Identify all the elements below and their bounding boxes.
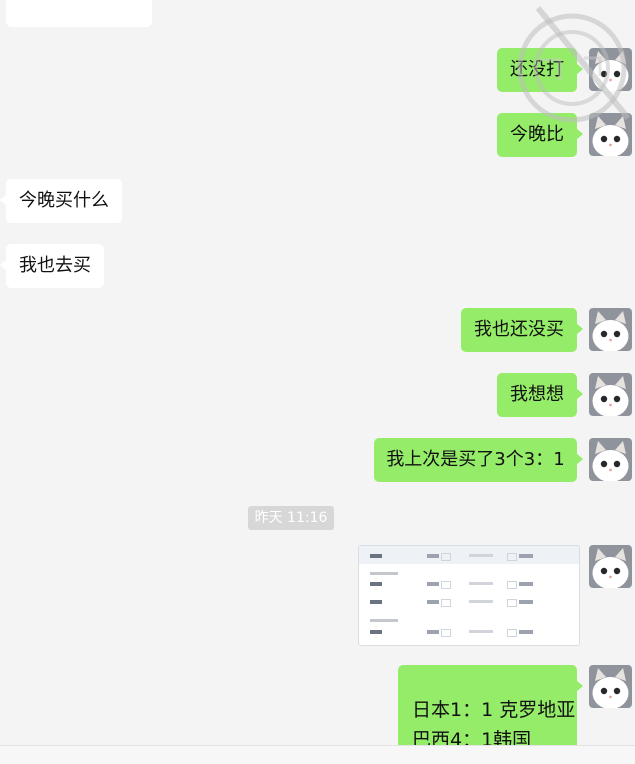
outgoing-message[interactable]: 我想想: [497, 373, 583, 417]
input-bar[interactable]: [0, 745, 635, 764]
watermark-logo-icon: [500, 0, 635, 130]
cat-avatar-icon[interactable]: [589, 545, 632, 588]
screenshot-row: [359, 598, 579, 610]
cat-avatar-icon[interactable]: [589, 438, 632, 481]
screenshot-row: [359, 552, 579, 564]
screenshot-row: [359, 580, 579, 592]
cat-avatar-icon[interactable]: [589, 373, 632, 416]
cat-avatar-icon[interactable]: [589, 308, 632, 351]
outgoing-message[interactable]: 日本1：1 克罗地亚 巴西4：1韩国: [398, 665, 583, 755]
cat-avatar-icon[interactable]: [589, 665, 632, 708]
incoming-message[interactable]: 我也去买: [0, 244, 104, 288]
previous-message-bubble[interactable]: [6, 0, 152, 27]
message-line: 日本1：1 克罗地亚: [412, 699, 576, 721]
outgoing-message[interactable]: 我也还没买: [461, 308, 583, 352]
incoming-message[interactable]: 今晚买什么: [0, 179, 122, 223]
match-schedule-screenshot[interactable]: [358, 545, 580, 646]
timestamp: 昨天 11:16: [248, 506, 334, 530]
screenshot-row: [359, 628, 579, 640]
chat-area: 还没打 今晚比 今晚买什么 我也去买 我也还没买 我想想 我上次是买了3个3：1…: [0, 0, 635, 764]
outgoing-message[interactable]: 我上次是买了3个3：1: [374, 438, 583, 482]
